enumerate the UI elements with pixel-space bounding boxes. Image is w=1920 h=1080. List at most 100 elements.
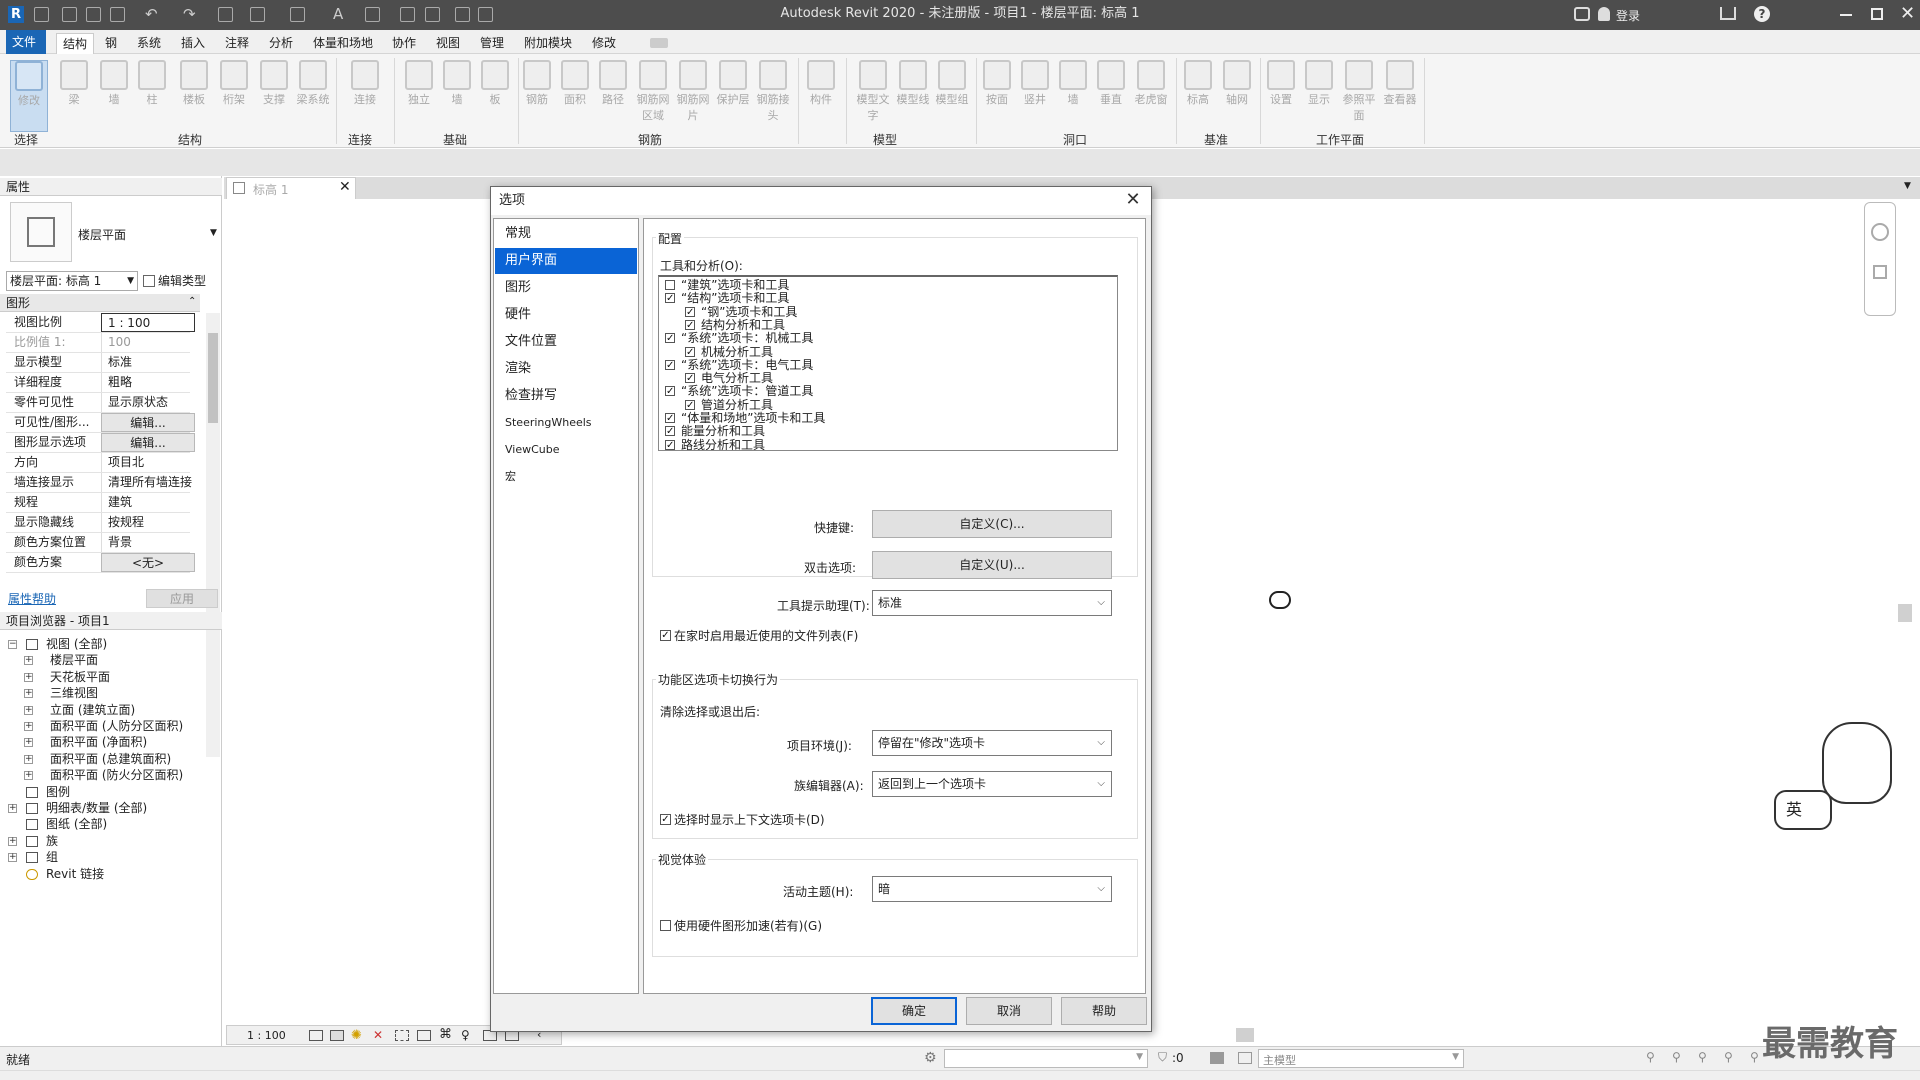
browser-item-families[interactable]: 族 — [46, 833, 58, 849]
expand-toggle-icon[interactable]: + — [8, 836, 17, 846]
cover-button[interactable]: 保护层 — [714, 60, 752, 108]
column-button[interactable]: 柱 — [136, 60, 168, 108]
tab-steel[interactable]: 钢 — [99, 33, 123, 54]
nav-item[interactable]: 渲染 — [495, 356, 637, 382]
tab-file[interactable]: 文件 — [6, 30, 46, 54]
connection-button[interactable]: 连接 — [348, 60, 382, 108]
browser-item-sheets[interactable]: 图纸 (全部) — [46, 816, 107, 832]
expand-toggle-icon[interactable]: + — [24, 771, 33, 781]
tool-checkbox[interactable]: ✓ — [685, 306, 695, 317]
nav-item[interactable]: ViewCube — [495, 437, 637, 463]
browser-item-views[interactable]: 视图 (全部) — [46, 636, 107, 652]
wall-opening-button[interactable]: 墙 — [1058, 60, 1088, 108]
properties-help-link[interactable]: 属性帮助 — [8, 590, 56, 607]
tab-massing-site[interactable]: 体量和场地 — [307, 33, 379, 54]
tooltip-select[interactable]: 标准 ⌵ — [872, 590, 1112, 616]
wall-foundation-button[interactable]: 墙 — [440, 60, 474, 108]
property-value[interactable]: 项目北 — [101, 453, 195, 472]
modify-button[interactable]: 修改 — [10, 60, 48, 132]
model-text-button[interactable]: 模型文字 — [856, 60, 890, 124]
nav-item[interactable]: 常规 — [495, 221, 637, 247]
vertical-scroll-thumb[interactable] — [1898, 604, 1912, 622]
view-scale[interactable]: 1 : 100 — [247, 1029, 286, 1042]
component-button[interactable]: 构件 — [804, 60, 838, 108]
panel-connection[interactable]: 连接 — [340, 132, 380, 148]
type-dropdown-icon[interactable]: ▼ — [210, 228, 217, 238]
editable-only-icon[interactable] — [1210, 1052, 1224, 1064]
property-edit-button[interactable]: 编辑... — [101, 413, 195, 432]
nav-item[interactable]: 图形 — [495, 275, 637, 301]
steering-wheel-icon[interactable] — [1871, 223, 1889, 241]
property-value[interactable]: 显示原状态 — [101, 393, 195, 412]
truss-button[interactable]: 桁架 — [218, 60, 250, 108]
tool-checkbox[interactable]: ✓ — [665, 359, 675, 370]
expand-toggle-icon[interactable]: + — [24, 722, 33, 731]
property-value[interactable]: 背景 — [101, 533, 195, 552]
reveal-hidden-icon[interactable]: ♀ — [461, 1028, 470, 1042]
contextual-tab-checkbox[interactable]: ✓ — [660, 814, 671, 825]
property-value[interactable]: 清理所有墙连接 — [101, 473, 195, 492]
nav-item[interactable]: 检查拼写 — [495, 383, 637, 409]
crop-icon[interactable] — [395, 1030, 409, 1041]
shadows-icon[interactable]: ✕ — [373, 1028, 383, 1042]
expand-toggle-icon[interactable]: + — [24, 705, 33, 715]
expand-toggle-icon[interactable]: + — [8, 804, 17, 813]
tab-structure[interactable]: 结构 — [56, 33, 95, 54]
beam-button[interactable]: 梁 — [58, 60, 90, 108]
property-edit-button[interactable]: <无> — [101, 553, 195, 572]
ok-button[interactable]: 确定 — [871, 997, 957, 1025]
temp-hide-icon[interactable]: ⌘ — [439, 1027, 452, 1042]
binoculars-icon[interactable] — [1574, 7, 1590, 21]
project-env-select[interactable]: 停留在"修改"选项卡 ⌵ — [872, 730, 1112, 756]
apply-button[interactable]: 应用 — [146, 589, 218, 608]
set-workplane-button[interactable]: 设置 — [1264, 60, 1298, 108]
browser-item-floor-plans[interactable]: 楼层平面 — [50, 652, 98, 668]
panel-select[interactable]: 选择 — [6, 132, 46, 148]
tab-annotate[interactable]: 注释 — [219, 33, 255, 54]
wall-button[interactable]: 墙 — [98, 60, 130, 108]
tab-analyze[interactable]: 分析 — [263, 33, 299, 54]
browser-item-area-plans-gross[interactable]: 面积平面 (总建筑面积) — [50, 751, 171, 767]
floor-button[interactable]: 楼板 — [178, 60, 210, 108]
expand-toggle-icon[interactable]: + — [24, 689, 33, 699]
collapse-section-icon[interactable]: ⌃ — [188, 296, 196, 307]
tab-collaborate[interactable]: 协作 — [386, 33, 422, 54]
area-rebar-button[interactable]: 面积 — [558, 60, 592, 108]
browser-item-elevations[interactable]: 立面 (建筑立面) — [50, 702, 135, 718]
graphics-section-header[interactable]: 图形 — [0, 294, 200, 312]
expand-toggle-icon[interactable]: + — [8, 853, 17, 863]
sun-path-icon[interactable]: ✺ — [351, 1028, 362, 1043]
expand-toggle-icon[interactable]: + — [24, 738, 33, 748]
isolated-foundation-button[interactable]: 独立 — [402, 60, 436, 108]
select-pinned-icon[interactable]: ⚲ — [1698, 1050, 1707, 1064]
login-link[interactable]: 登录 — [1616, 7, 1640, 24]
tool-checkbox[interactable]: ✓ — [665, 386, 675, 397]
tab-view[interactable]: 视图 — [430, 33, 466, 54]
horizontal-scroll-thumb[interactable] — [1236, 1028, 1254, 1042]
nav-item[interactable]: 宏 — [495, 464, 637, 490]
tool-checkbox[interactable]: ✓ — [685, 346, 695, 357]
help-button[interactable]: 帮助 — [1061, 997, 1147, 1025]
family-editor-select[interactable]: 返回到上一个选项卡 ⌵ — [872, 771, 1112, 797]
browser-item-groups[interactable]: 组 — [46, 849, 58, 865]
help-icon[interactable]: ? — [1754, 6, 1770, 22]
select-links-icon[interactable]: ⚲ — [1646, 1050, 1655, 1064]
tool-checkbox[interactable]: ✓ — [665, 413, 675, 424]
nav-item[interactable]: 用户界面 — [495, 248, 637, 274]
property-value[interactable]: 标准 — [101, 353, 195, 372]
tool-checkbox[interactable]: ✓ — [665, 293, 675, 304]
view-tab-close-icon[interactable]: ✕ — [339, 179, 351, 195]
theme-select[interactable]: 暗 ⌵ — [872, 876, 1112, 902]
edit-type-button[interactable]: 编辑类型 — [143, 271, 219, 291]
model-dropdown[interactable]: 主模型 ▼ — [1258, 1049, 1464, 1068]
double-click-customize-button[interactable]: 自定义(U)... — [872, 551, 1112, 579]
browser-item-ceiling-plans[interactable]: 天花板平面 — [50, 669, 110, 685]
vertical-opening-button[interactable]: 垂直 — [1094, 60, 1128, 108]
fabric-sheet-button[interactable]: 钢筋网片 — [676, 60, 710, 124]
cart-icon[interactable] — [1720, 7, 1736, 20]
brace-button[interactable]: 支撑 — [258, 60, 290, 108]
browser-item-3d-views[interactable]: 三维视图 — [50, 685, 98, 701]
browser-item-revit-links[interactable]: Revit 链接 — [46, 866, 104, 882]
grid-button[interactable]: 轴网 — [1220, 60, 1254, 108]
fabric-area-button[interactable]: 钢筋网区域 — [634, 60, 672, 124]
